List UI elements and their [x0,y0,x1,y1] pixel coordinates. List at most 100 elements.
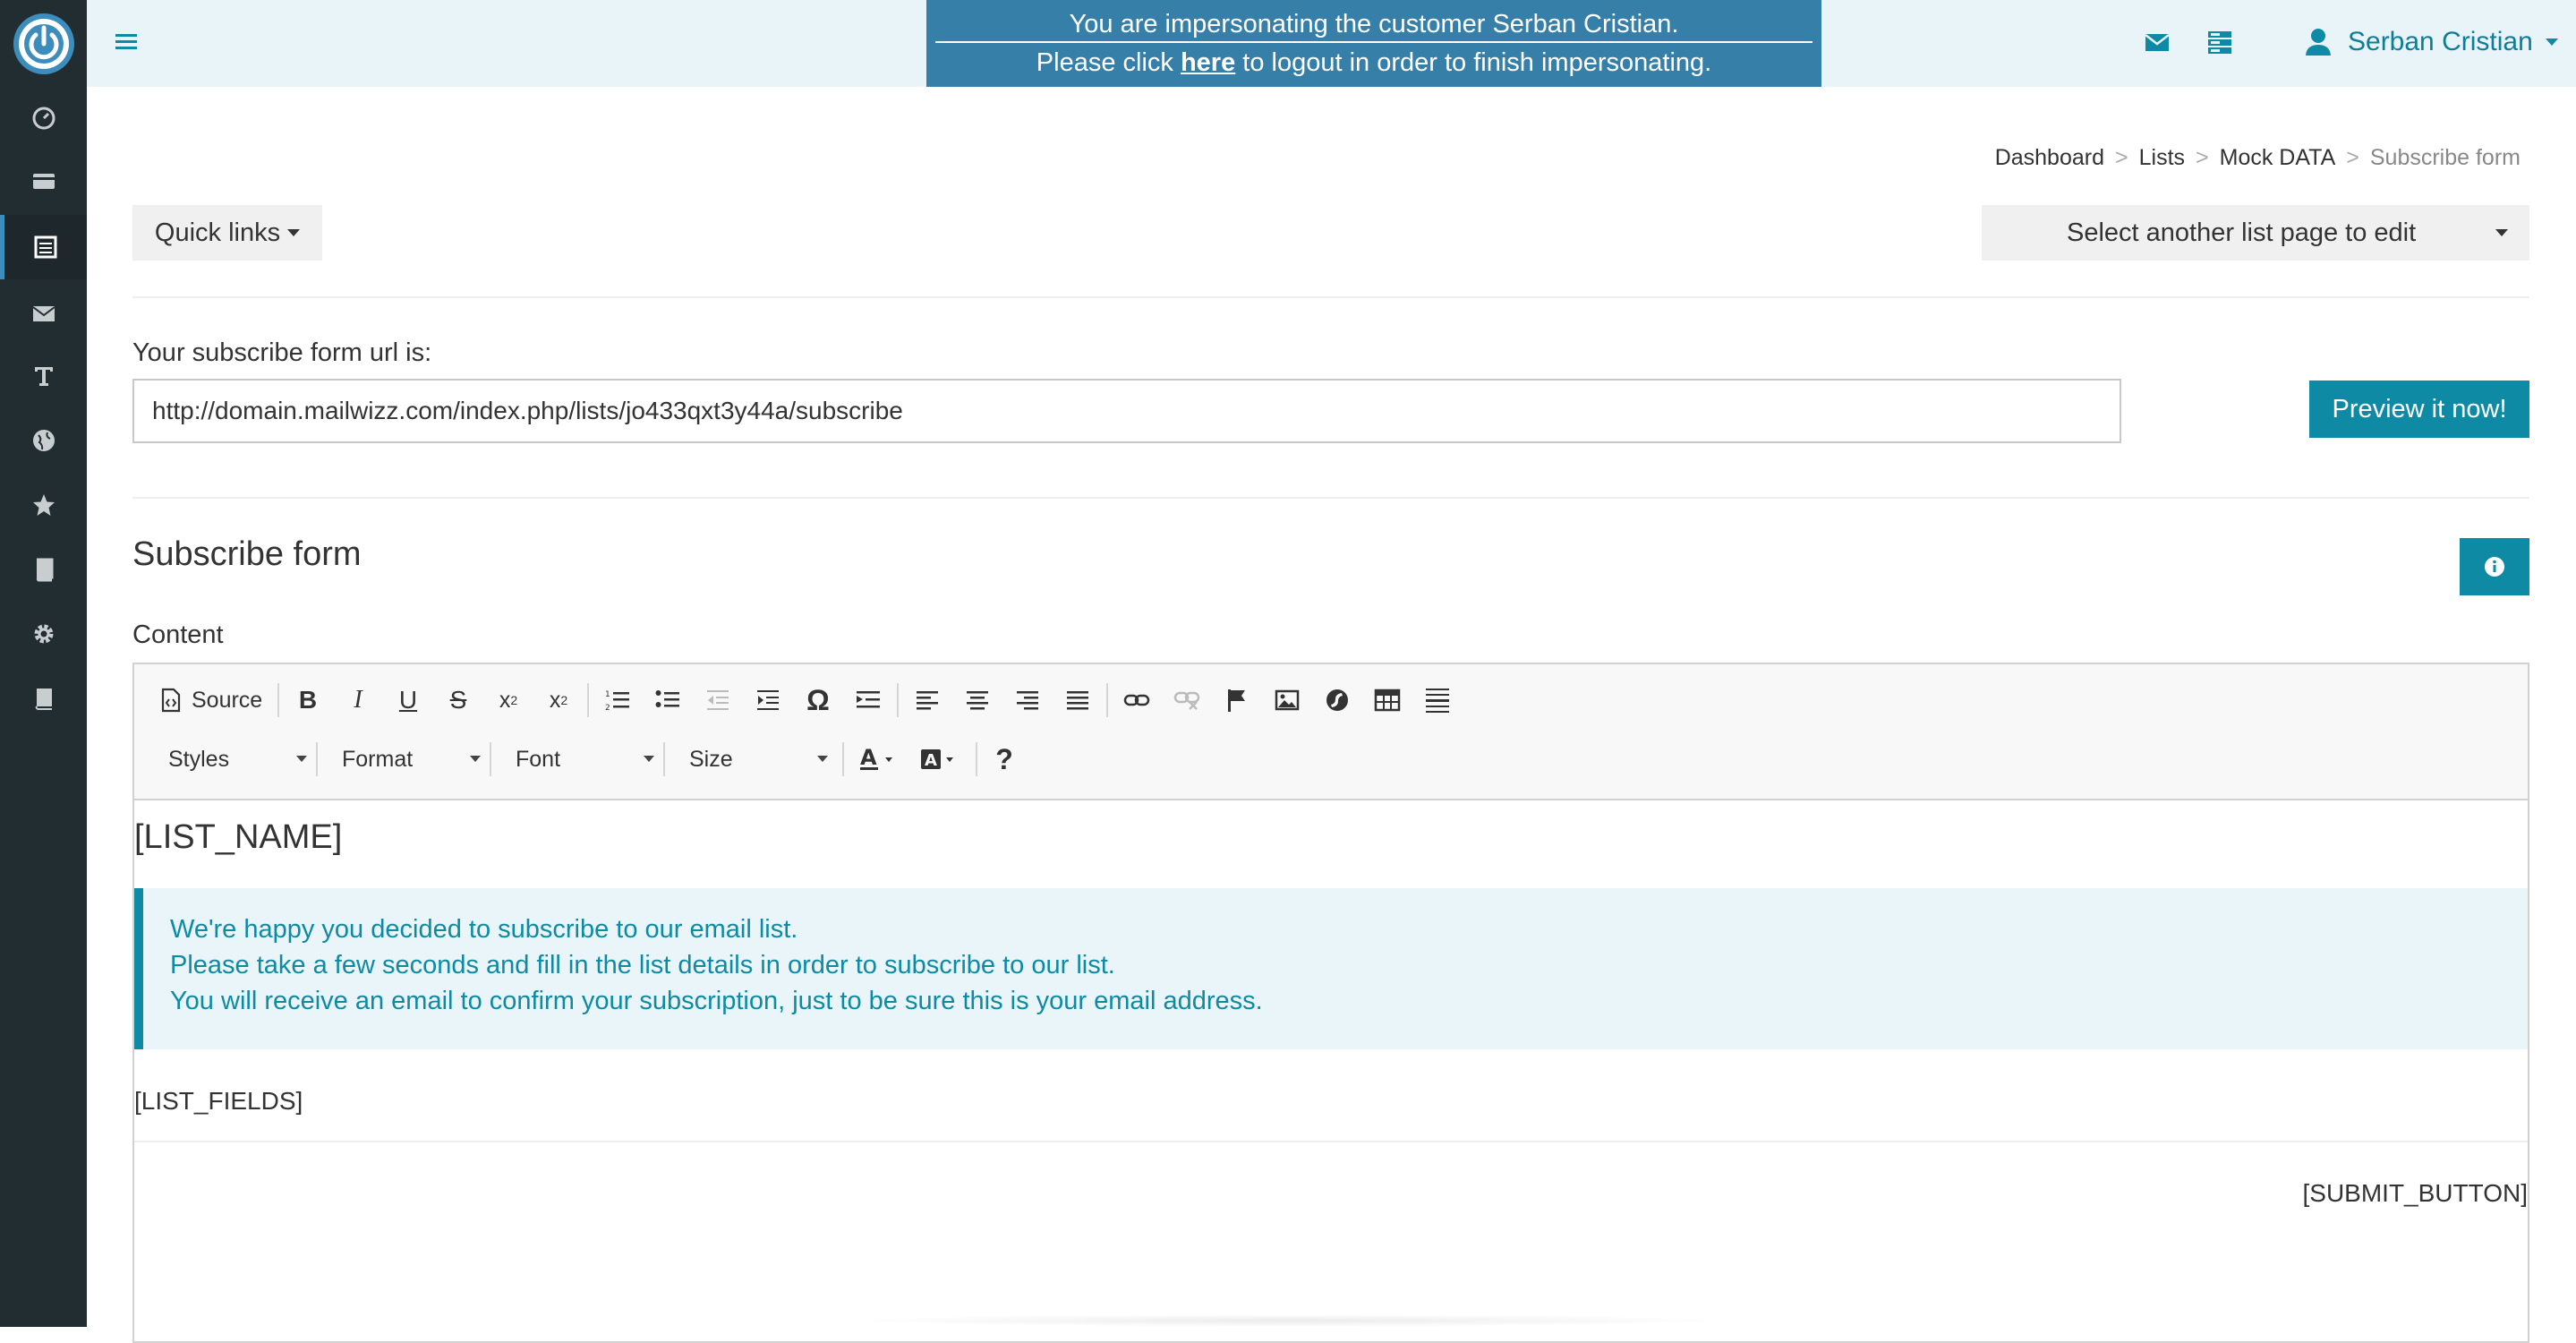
breadcrumb: Dashboard > Lists > Mock DATA > Subscribe form [1995,145,2521,171]
special-character-omega-icon[interactable]: Ω [798,680,838,720]
section-title: Subscribe form [132,535,362,573]
user-name: Serban Cristian [2348,27,2533,56]
power-logo-icon [13,13,74,74]
impersonation-message: You are impersonating the customer Serba… [935,7,1813,43]
server-tasks-icon[interactable] [2205,27,2235,57]
content-label: Content [132,620,224,649]
toolbar-separator [663,742,665,776]
superscript-icon[interactable]: x2 [539,680,578,720]
notification-shadow [841,1314,1736,1327]
chevron-down-icon [817,756,828,762]
sidebar-item-articles[interactable] [0,537,87,602]
chevron-down-icon [470,756,481,762]
strikethrough-icon[interactable]: S [439,680,478,720]
sidebar-item-campaigns[interactable] [0,281,87,346]
source-button[interactable]: Source [159,680,262,720]
subscribe-url-field[interactable] [132,379,2121,443]
blockquote-indent-icon[interactable] [849,680,888,720]
subscribe-intro-callout: We're happy you decided to subscribe to … [134,888,2528,1049]
sidebar-item-templates[interactable] [0,344,87,408]
text-color-icon[interactable]: A [856,740,902,779]
info-button[interactable] [2460,538,2529,595]
sidebar [0,0,87,1327]
divider [134,1141,2528,1142]
align-justify-icon[interactable] [1058,680,1097,720]
decrease-indent-icon[interactable] [698,680,738,720]
sidebar-item-domains[interactable] [0,408,87,473]
svg-text:1: 1 [605,690,610,699]
source-document-icon [161,688,181,713]
book-icon [35,689,52,710]
breadcrumb-dashboard[interactable]: Dashboard [1995,145,2104,170]
align-center-icon[interactable] [958,680,997,720]
select-list-page-dropdown[interactable]: Select another list page to edit [1982,205,2529,261]
toolbar-separator [277,683,279,717]
sidebar-item-lists[interactable] [0,215,87,279]
top-navbar: You are impersonating the customer Serba… [87,0,2576,87]
preview-button[interactable]: Preview it now! [2309,381,2529,438]
dashboard-gauge-icon [32,107,55,130]
bulleted-list-icon[interactable] [648,680,687,720]
font-dropdown[interactable]: Font [516,740,654,779]
increase-indent-icon[interactable] [748,680,788,720]
list-icon [34,235,57,259]
flash-icon[interactable] [1318,680,1357,720]
background-color-icon[interactable]: A [917,740,963,779]
sidebar-item-settings[interactable] [0,602,87,666]
anchor-flag-icon[interactable] [1217,680,1257,720]
italic-icon[interactable]: I [338,680,378,720]
size-label: Size [689,746,733,772]
sidebar-item-dashboard[interactable] [0,86,87,150]
user-menu[interactable]: Serban Cristian [2305,20,2558,64]
logout-impersonation-link[interactable]: here [1181,48,1235,77]
hamburger-menu-icon[interactable] [114,29,141,56]
breadcrumb-lists[interactable]: Lists [2139,145,2185,170]
link-icon[interactable] [1117,680,1156,720]
font-label: Font [516,746,561,772]
toolbar-separator [316,742,318,776]
subscript-icon[interactable]: x2 [489,680,528,720]
info-circle-icon [2485,557,2504,577]
toolbar-separator [897,683,899,717]
image-icon[interactable] [1267,680,1307,720]
size-dropdown[interactable]: Size [689,740,828,779]
sidebar-item-price-plans[interactable] [0,149,87,213]
book-icon [36,558,53,582]
table-icon[interactable] [1368,680,1407,720]
help-icon[interactable]: ? [985,740,1024,779]
svg-text:A: A [925,751,937,770]
sidebar-item-favorites[interactable] [0,473,87,537]
unlink-icon[interactable] [1167,680,1207,720]
list-fields-placeholder: [LIST_FIELDS] [134,1087,303,1115]
styles-label: Styles [168,746,230,772]
breadcrumb-separator: > [2115,145,2128,170]
format-dropdown[interactable]: Format [342,740,481,779]
chevron-down-icon [644,756,654,762]
globe-icon [32,430,55,451]
align-right-icon[interactable] [1008,680,1047,720]
user-icon [2306,29,2331,56]
credit-card-icon [32,174,55,189]
underline-icon[interactable]: U [388,680,428,720]
quick-links-label: Quick links [154,218,281,247]
horizontal-rule-icon[interactable] [1418,680,1457,720]
sidebar-item-api[interactable] [0,666,87,731]
align-left-icon[interactable] [908,680,947,720]
user-menu-caret-icon [2545,38,2558,46]
app-logo[interactable] [0,0,87,87]
submit-button-placeholder: [SUBMIT_BUTTON] [2302,1179,2528,1207]
quick-links-button[interactable]: Quick links [132,205,322,261]
bold-icon[interactable]: B [288,680,328,720]
list-name-placeholder: [LIST_NAME] [134,818,343,856]
impersonation-text-post: to logout in order to finish impersonati… [1235,48,1712,77]
breadcrumb-mock-data[interactable]: Mock DATA [2220,145,2336,170]
styles-dropdown[interactable]: Styles [168,740,307,779]
text-icon [34,367,53,386]
format-label: Format [342,746,414,772]
numbered-list-icon[interactable]: 12 [598,680,637,720]
breadcrumb-separator: > [2196,145,2209,170]
wysiwyg-editor: Source B I U S x2 x2 12 Ω Styles Format [132,663,2529,1343]
messages-envelope-icon[interactable] [2142,27,2172,57]
envelope-icon [31,306,55,321]
divider [132,497,2529,499]
